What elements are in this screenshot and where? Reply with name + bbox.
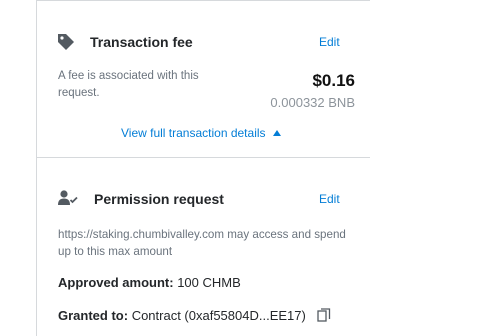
fee-description: A fee is associated with this request. <box>58 70 199 99</box>
top-border <box>36 0 370 1</box>
copy-icon[interactable] <box>317 308 331 322</box>
view-details-label: View full transaction details <box>121 126 266 140</box>
fee-title: Transaction fee <box>90 34 193 50</box>
approved-amount-label: Approved amount: <box>58 275 174 290</box>
fee-native-amount: 0.000332 BNB <box>270 95 355 110</box>
granted-to-label: Granted to: <box>58 308 129 323</box>
tag-icon <box>58 34 74 50</box>
granted-to-value: Contract (0xaf55804D...EE17) <box>131 308 306 323</box>
permission-description: https://staking.chumbivalley.com may acc… <box>58 228 346 258</box>
caret-up-icon <box>272 130 281 136</box>
user-check-icon <box>58 190 78 205</box>
view-details-button[interactable]: View full transaction details <box>121 126 281 140</box>
fee-amount: $0.16 <box>312 71 355 90</box>
edit-permission-button[interactable]: Edit <box>319 192 340 206</box>
approved-amount-row: Approved amount: 100 CHMB <box>58 275 241 290</box>
permission-title: Permission request <box>94 191 224 207</box>
edit-fee-button[interactable]: Edit <box>319 35 340 49</box>
approved-amount-value: 100 CHMB <box>177 275 241 290</box>
granted-to-row: Granted to: Contract (0xaf55804D...EE17) <box>58 308 331 323</box>
section-divider <box>36 157 370 158</box>
